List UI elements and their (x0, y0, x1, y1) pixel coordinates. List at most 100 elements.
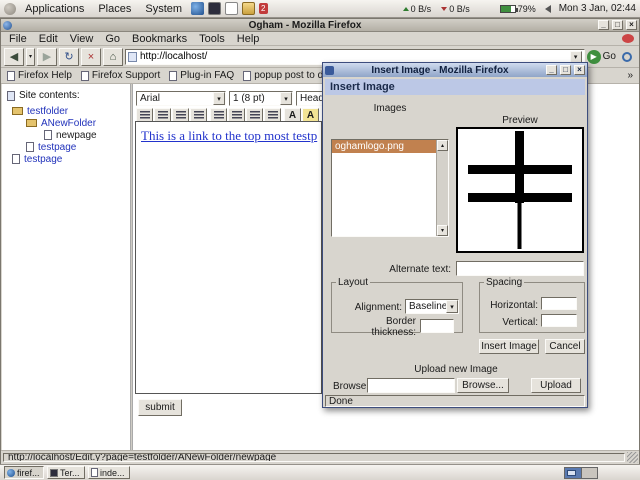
list-scrollbar[interactable]: ▴ ▾ (436, 140, 448, 236)
tree-item-testpage-2[interactable]: testpage (12, 153, 62, 165)
go-button[interactable]: ▶ Go (587, 50, 616, 64)
frame-divider[interactable] (130, 84, 133, 450)
notification-icon[interactable] (622, 34, 634, 43)
url-input[interactable] (140, 51, 567, 62)
alt-text-input[interactable] (457, 262, 583, 275)
horizontal-field[interactable] (541, 297, 577, 310)
task-index[interactable]: inde... (88, 466, 130, 479)
close-button[interactable]: × (626, 20, 637, 30)
clock[interactable]: Mon 3 Jan, 02:44 (559, 3, 636, 14)
url-dropdown-icon[interactable]: ▾ (570, 51, 582, 63)
mail-launcher-icon[interactable] (242, 2, 255, 15)
dialog-heading: Insert Image (325, 79, 585, 95)
upload-path-input[interactable] (368, 379, 454, 392)
reload-button[interactable]: ↻ (59, 48, 79, 66)
alt-text-label: Alternate text: (331, 264, 451, 275)
site-contents-header: Site contents: (7, 90, 80, 101)
menu-bookmarks[interactable]: Bookmarks (126, 33, 193, 45)
panel-menu-system[interactable]: System (140, 3, 187, 15)
forward-button[interactable]: ▶ (37, 48, 57, 66)
home-button[interactable]: ⌂ (103, 48, 123, 66)
tree-item-anewfolder[interactable]: ANewFolder (26, 117, 96, 129)
dialog-close-button[interactable]: × (574, 65, 585, 75)
numbered-list-icon (232, 111, 242, 120)
menu-file[interactable]: File (3, 33, 33, 45)
chevron-down-icon: ▾ (280, 92, 292, 105)
battery-icon (500, 5, 516, 13)
web-search-icon[interactable] (622, 52, 632, 62)
bookmark-plugin-faq[interactable]: Plug-in FAQ (169, 70, 234, 81)
speaker-icon[interactable] (545, 5, 551, 13)
image-list[interactable]: oghamlogo.png ▴ ▾ (331, 139, 449, 237)
font-family-select[interactable]: Arial▾ (136, 91, 226, 106)
dialog-minimize-button[interactable]: _ (546, 65, 557, 75)
firefox-titlebar[interactable]: Ogham - Mozilla Firefox _ □ × (1, 19, 639, 32)
preview-label: Preview (456, 115, 584, 126)
insert-image-button[interactable]: Insert Image (479, 339, 539, 354)
workspace-2[interactable] (581, 468, 597, 478)
browse-button[interactable]: Browse... (457, 378, 509, 393)
editor-canvas[interactable]: This is a link to the top most testp (135, 121, 322, 394)
panel-menu-places[interactable]: Places (93, 3, 136, 15)
border-thickness-input[interactable] (421, 320, 453, 332)
chevron-down-icon: ▾ (213, 92, 225, 105)
back-dropdown-icon[interactable]: ▾ (26, 48, 35, 66)
tree-item-testpage-1[interactable]: testpage (26, 141, 76, 153)
page-icon (44, 130, 52, 140)
horizontal-label: Horizontal: (482, 300, 538, 311)
page-link-text[interactable]: This is a link to the top most testp (141, 128, 317, 144)
bookmarks-overflow-icon[interactable]: » (627, 70, 633, 81)
minimize-button[interactable]: _ (598, 20, 609, 30)
bookmark-firefox-support[interactable]: Firefox Support (81, 70, 160, 81)
menu-edit[interactable]: Edit (33, 33, 64, 45)
cancel-button[interactable]: Cancel (545, 339, 585, 354)
firefox-launcher-icon[interactable] (191, 2, 204, 15)
battery-applet[interactable]: 79% (500, 4, 536, 14)
menu-help[interactable]: Help (231, 33, 266, 45)
vertical-label: Vertical: (482, 317, 538, 328)
gnome-menu-icon[interactable] (4, 3, 16, 15)
firefox-icon (3, 21, 12, 30)
upload-button[interactable]: Upload (531, 378, 581, 393)
alignment-label: Alignment: (336, 302, 402, 313)
editor-launcher-icon[interactable] (225, 2, 238, 15)
stop-button[interactable]: × (81, 48, 101, 66)
tree-item-newpage[interactable]: newpage (44, 129, 97, 141)
border-thickness-label2: thickness: (372, 327, 416, 338)
resize-grip[interactable] (627, 452, 638, 463)
taskbar: firef... Ter... inde... (0, 464, 640, 480)
outdent-icon (250, 111, 260, 120)
scroll-down-icon[interactable]: ▾ (437, 225, 448, 236)
submit-button[interactable]: submit (138, 399, 182, 416)
border-thickness-field[interactable] (420, 319, 454, 333)
vertical-field[interactable] (541, 314, 577, 327)
ogham-glyph (458, 129, 582, 251)
alt-text-field[interactable] (456, 261, 584, 276)
upload-path-field[interactable] (367, 378, 455, 393)
workspace-switcher[interactable] (564, 467, 598, 479)
workspace-1[interactable] (565, 468, 581, 478)
font-size-select[interactable]: 1 (8 pt)▾ (229, 91, 293, 106)
status-url: http://localhost/Edit.y?page=testfolder/… (3, 453, 625, 462)
back-button[interactable]: ◀ (4, 48, 24, 66)
dialog-maximize-button[interactable]: □ (560, 65, 571, 75)
dialog-titlebar[interactable]: Insert Image - Mozilla Firefox _ □ × (323, 63, 587, 77)
panel-menu-applications[interactable]: Applications (20, 3, 89, 15)
network-monitor-download[interactable]: 0 B/s (441, 4, 470, 14)
maximize-button[interactable]: □ (612, 20, 623, 30)
image-list-item-selected[interactable]: oghamlogo.png (332, 140, 436, 153)
horizontal-input[interactable] (542, 298, 576, 309)
bookmark-firefox-help[interactable]: Firefox Help (7, 70, 72, 81)
menu-go[interactable]: Go (99, 33, 126, 45)
tree-item-testfolder[interactable]: testfolder (12, 105, 68, 117)
vertical-input[interactable] (542, 315, 576, 326)
menu-tools[interactable]: Tools (193, 33, 231, 45)
scroll-up-icon[interactable]: ▴ (437, 140, 448, 151)
task-terminal[interactable]: Ter... (47, 466, 85, 479)
notification-badge[interactable]: 2 (259, 3, 267, 14)
task-firefox[interactable]: firef... (4, 466, 44, 479)
network-monitor-upload[interactable]: 0 B/s (403, 4, 432, 14)
terminal-launcher-icon[interactable] (208, 2, 221, 15)
alignment-select[interactable]: Baseline▾ (405, 299, 459, 314)
menu-view[interactable]: View (64, 33, 100, 45)
